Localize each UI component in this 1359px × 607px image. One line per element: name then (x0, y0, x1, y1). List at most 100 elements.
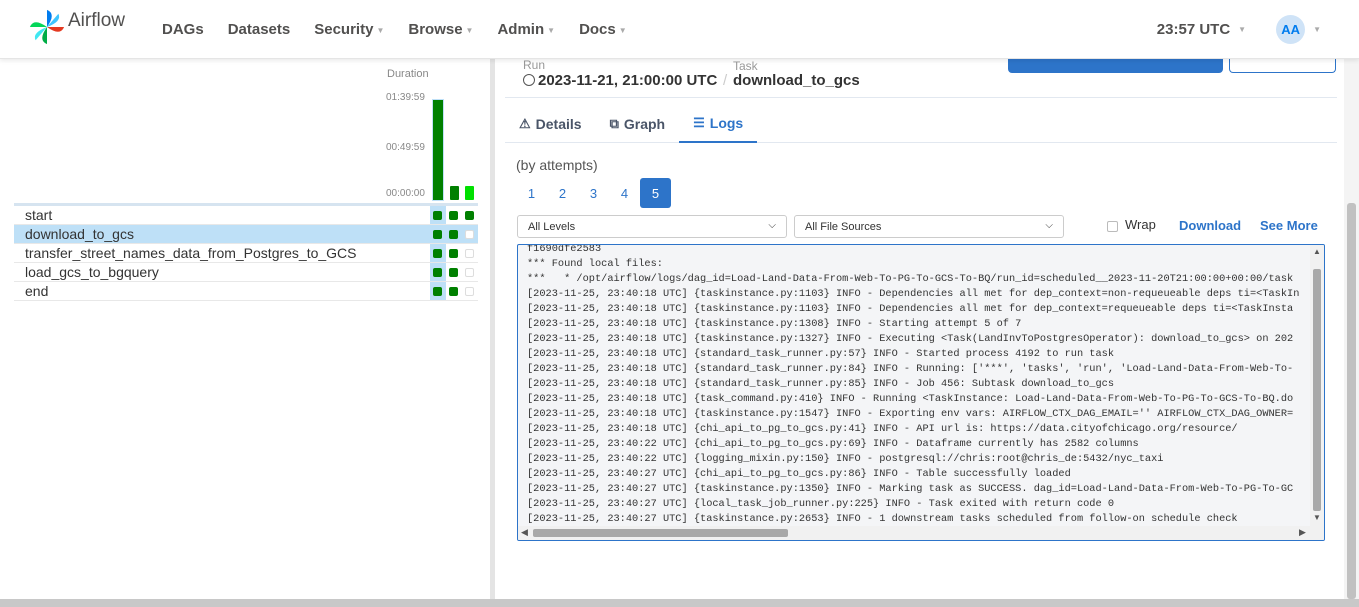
tab-details[interactable]: ⚠ Details (505, 104, 596, 143)
see-more-button[interactable]: See More (1260, 218, 1318, 233)
pinwheel-icon (29, 9, 65, 45)
header-divider (505, 97, 1337, 98)
task-row[interactable]: load_gcs_to_bgquery (14, 263, 478, 282)
clock-icon (523, 74, 535, 86)
attempt-button[interactable]: 1 (516, 178, 547, 208)
page-horizontal-scrollbar[interactable] (0, 599, 1359, 607)
log-line: [2023-11-25, 23:40:22 UTC] {logging_mixi… (527, 453, 1164, 465)
main-menu: DAGs Datasets Security ▼ Browse ▼ Admin ▼ Docs ▼ (150, 0, 639, 59)
task-instance-status-square[interactable] (465, 287, 474, 296)
wrap-checkbox[interactable] (1107, 221, 1118, 232)
log-horizontal-scrollbar[interactable]: ◀ ▶ (518, 526, 1324, 540)
task-instance-status-square[interactable] (465, 211, 474, 220)
duration-tick: 00:00:00 (386, 188, 425, 199)
nav-docs[interactable]: Docs ▼ (567, 21, 639, 38)
tab-label: Logs (709, 114, 744, 131)
task-row[interactable]: start (14, 206, 478, 225)
nav-browse[interactable]: Browse ▼ (396, 21, 485, 38)
run-duration-bar-running[interactable] (465, 186, 474, 200)
duration-tick: 00:49:59 (386, 142, 425, 153)
log-viewer[interactable]: f1690dfe2583 *** Found local files: *** * … (517, 244, 1325, 541)
wrap-label: Wrap (1125, 217, 1156, 232)
task-instance-status-square[interactable] (449, 211, 458, 220)
task-instance-status-square[interactable] (465, 249, 474, 258)
tab-logs[interactable]: ☰ Logs (679, 104, 758, 143)
task-instance-status-square[interactable] (465, 230, 474, 239)
task-instance-panel: Run 2023-11-21, 21:00:00 UTC / Task down… (495, 55, 1359, 599)
task-row[interactable]: transfer_street_names_data_from_Postgres… (14, 244, 478, 263)
task-instance-status-square[interactable] (449, 230, 458, 239)
scroll-up-icon[interactable]: ▲ (1313, 247, 1321, 256)
scroll-right-icon[interactable]: ▶ (1299, 527, 1306, 538)
nav-datasets[interactable]: Datasets (216, 21, 303, 38)
task-instance-status-square[interactable] (433, 211, 442, 220)
tab-graph[interactable]: ⧉ Graph (596, 104, 680, 143)
log-line: [2023-11-25, 23:40:18 UTC] {taskinstance… (527, 408, 1294, 420)
chevron-down-icon: ▼ (1238, 25, 1247, 34)
log-line: *** * /opt/airflow/logs/dag_id=Load-Land… (527, 273, 1294, 285)
task-row[interactable]: end (14, 282, 478, 301)
task-row[interactable]: download_to_gcs (14, 225, 478, 244)
run-duration-bar[interactable] (450, 186, 459, 200)
log-vertical-scrollbar[interactable]: ▲ ▼ (1310, 245, 1324, 526)
top-navbar: Airflow DAGs Datasets Security ▼ Browse ▼ Admi… (0, 0, 1359, 59)
task-instance-status-square[interactable] (449, 287, 458, 296)
user-avatar[interactable]: AA (1276, 15, 1306, 44)
log-line: [2023-11-25, 23:40:18 UTC] {chi_api_to_p… (527, 423, 1238, 435)
chevron-down-icon: ▼ (376, 26, 385, 35)
attempt-button[interactable]: 4 (609, 178, 640, 208)
log-level-select[interactable]: All Levels ⌵ (517, 215, 787, 238)
nav-admin[interactable]: Admin ▼ (485, 21, 567, 38)
graph-icon: ⧉ (609, 115, 619, 131)
task-instance-status-square[interactable] (449, 249, 458, 258)
navbar-right: 23:57 UTC ▼ AA ▼ (1157, 0, 1321, 59)
scroll-thumb[interactable] (533, 529, 788, 537)
log-line: [2023-11-25, 23:40:18 UTC] {standard_tas… (527, 378, 1115, 390)
attempt-button[interactable]: 2 (547, 178, 578, 208)
nav-label: Security (314, 21, 374, 38)
chevron-down-icon[interactable]: ▼ (1313, 25, 1321, 34)
scroll-thumb[interactable] (1313, 269, 1321, 511)
chevron-down-icon: ⌵ (1045, 220, 1053, 231)
task-name: download_to_gcs (25, 226, 134, 242)
list-icon: ☰ (693, 114, 705, 130)
clock-text: 23:57 UTC (1156, 21, 1231, 38)
task-name: load_gcs_to_bgquery (25, 264, 159, 280)
task-instance-status-square[interactable] (465, 268, 474, 277)
nav-security[interactable]: Security ▼ (302, 21, 396, 38)
log-line: *** Found local files: (527, 258, 663, 270)
task-instance-status-square[interactable] (433, 268, 442, 277)
task-value[interactable]: download_to_gcs (733, 72, 860, 89)
scroll-thumb[interactable] (1347, 203, 1356, 599)
scroll-down-icon[interactable]: ▼ (1313, 513, 1321, 522)
nav-label: Docs (579, 21, 616, 38)
task-instance-status-square[interactable] (433, 249, 442, 258)
log-line: [2023-11-25, 23:40:18 UTC] {standard_tas… (527, 363, 1294, 375)
duration-label: Duration (387, 68, 429, 80)
run-value[interactable]: 2023-11-21, 21:00:00 UTC (523, 72, 717, 89)
log-content: f1690dfe2583 *** Found local files: *** * … (527, 245, 1307, 524)
run-label: Run (523, 58, 546, 72)
attempt-button[interactable]: 3 (578, 178, 609, 208)
attempt-button[interactable]: 5 (640, 178, 671, 208)
log-level-value: All Levels (528, 220, 576, 233)
task-instance-status-square[interactable] (433, 230, 442, 239)
page-vertical-scrollbar[interactable] (1344, 59, 1359, 599)
task-name: start (25, 207, 53, 223)
run-duration-bar-selected[interactable] (432, 99, 444, 201)
chevron-down-icon: ▼ (465, 26, 474, 35)
log-line: [2023-11-25, 23:40:18 UTC] {taskinstance… (527, 288, 1300, 300)
chevron-down-icon: ⌵ (768, 220, 776, 231)
task-instance-status-square[interactable] (449, 268, 458, 277)
download-button[interactable]: Download (1179, 218, 1241, 233)
task-instance-status-square[interactable] (433, 287, 442, 296)
scroll-left-icon[interactable]: ◀ (521, 527, 528, 538)
log-line: [2023-11-25, 23:40:18 UTC] {standard_tas… (527, 348, 1115, 360)
utc-clock[interactable]: 23:57 UTC ▼ (1157, 21, 1246, 38)
task-label: Task (733, 59, 758, 73)
nav-dags[interactable]: DAGs (150, 21, 216, 38)
file-source-select[interactable]: All File Sources ⌵ (794, 215, 1064, 238)
airflow-logo[interactable]: Airflow (28, 8, 125, 46)
log-line: [2023-11-25, 23:40:27 UTC] {taskinstance… (527, 513, 1238, 524)
log-line: [2023-11-25, 23:40:22 UTC] {chi_api_to_p… (527, 438, 1139, 450)
